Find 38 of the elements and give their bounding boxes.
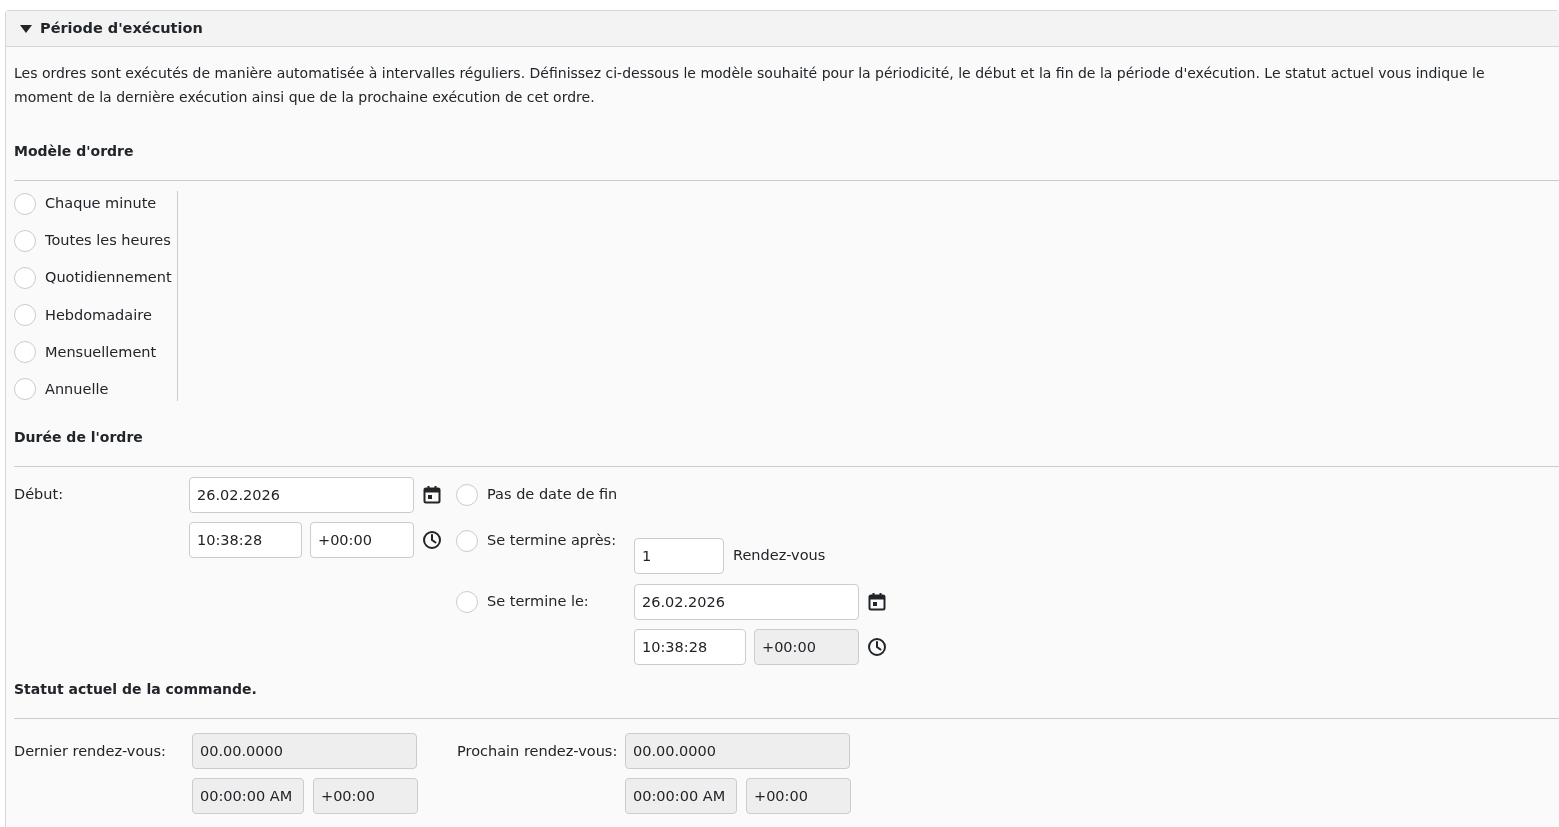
option-label[interactable]: Toutes les heures xyxy=(45,229,171,253)
field-label: Dernier rendez-vous: xyxy=(14,742,167,761)
date-field[interactable]: 26.02.2026 xyxy=(189,477,414,513)
option-label[interactable]: Mensuellement xyxy=(45,340,157,364)
option-label[interactable]: Chaque minute xyxy=(45,192,157,215)
radio-button[interactable] xyxy=(14,341,36,364)
option-label[interactable]: Hebdomadaire xyxy=(45,303,152,327)
date-field[interactable]: 26.02.2026 xyxy=(634,584,859,620)
radio-button[interactable] xyxy=(456,591,478,613)
radio-button[interactable] xyxy=(456,484,478,506)
option-label[interactable]: Pas de date de fin xyxy=(487,484,618,506)
count-field[interactable]: 1 xyxy=(634,538,724,574)
clock-icon[interactable] xyxy=(422,530,442,550)
section-heading: Modèle d'ordre xyxy=(14,142,135,161)
calendar-icon[interactable] xyxy=(867,592,887,612)
radio-button[interactable] xyxy=(14,192,36,215)
panel-title[interactable]: Période d'exécution xyxy=(40,17,203,40)
caret-down-icon[interactable] xyxy=(20,24,32,33)
section-heading: Durée de l'ordre xyxy=(14,428,144,447)
option-label[interactable]: Quotidiennement xyxy=(45,266,172,290)
section-heading: Statut actuel de la commande. xyxy=(14,680,258,699)
field-label: Début: xyxy=(14,485,65,504)
clock-icon[interactable] xyxy=(867,637,887,657)
radio-button[interactable] xyxy=(14,378,36,401)
option-label[interactable]: Annuelle xyxy=(45,377,109,401)
radio-button[interactable] xyxy=(456,530,478,552)
timezone-field[interactable]: +00:00 xyxy=(310,522,414,558)
unit-label: Rendez-vous xyxy=(733,546,826,566)
calendar-icon[interactable] xyxy=(422,485,442,505)
time-field[interactable]: 10:38:28 xyxy=(189,522,302,558)
field-label: Prochain rendez-vous: xyxy=(457,742,619,761)
time-field[interactable]: 10:38:28 xyxy=(634,629,746,665)
radio-button[interactable] xyxy=(14,229,36,252)
radio-button[interactable] xyxy=(14,304,36,327)
option-label[interactable]: Se termine le: xyxy=(487,591,589,613)
description-text: Les ordres sont exécutés de manière automatisée à intervalles réguliers. Définissez ci-dessous le modèle souhaité pour la périodicité, le début et la fin de la période d'exécution. Le statut actuel vous indique le moment de la dernière exécution ainsi que de la prochaine exécution de cet ordre. xyxy=(14,64,1486,107)
option-label[interactable]: Se termine après: xyxy=(487,530,616,552)
radio-button[interactable] xyxy=(14,266,36,289)
